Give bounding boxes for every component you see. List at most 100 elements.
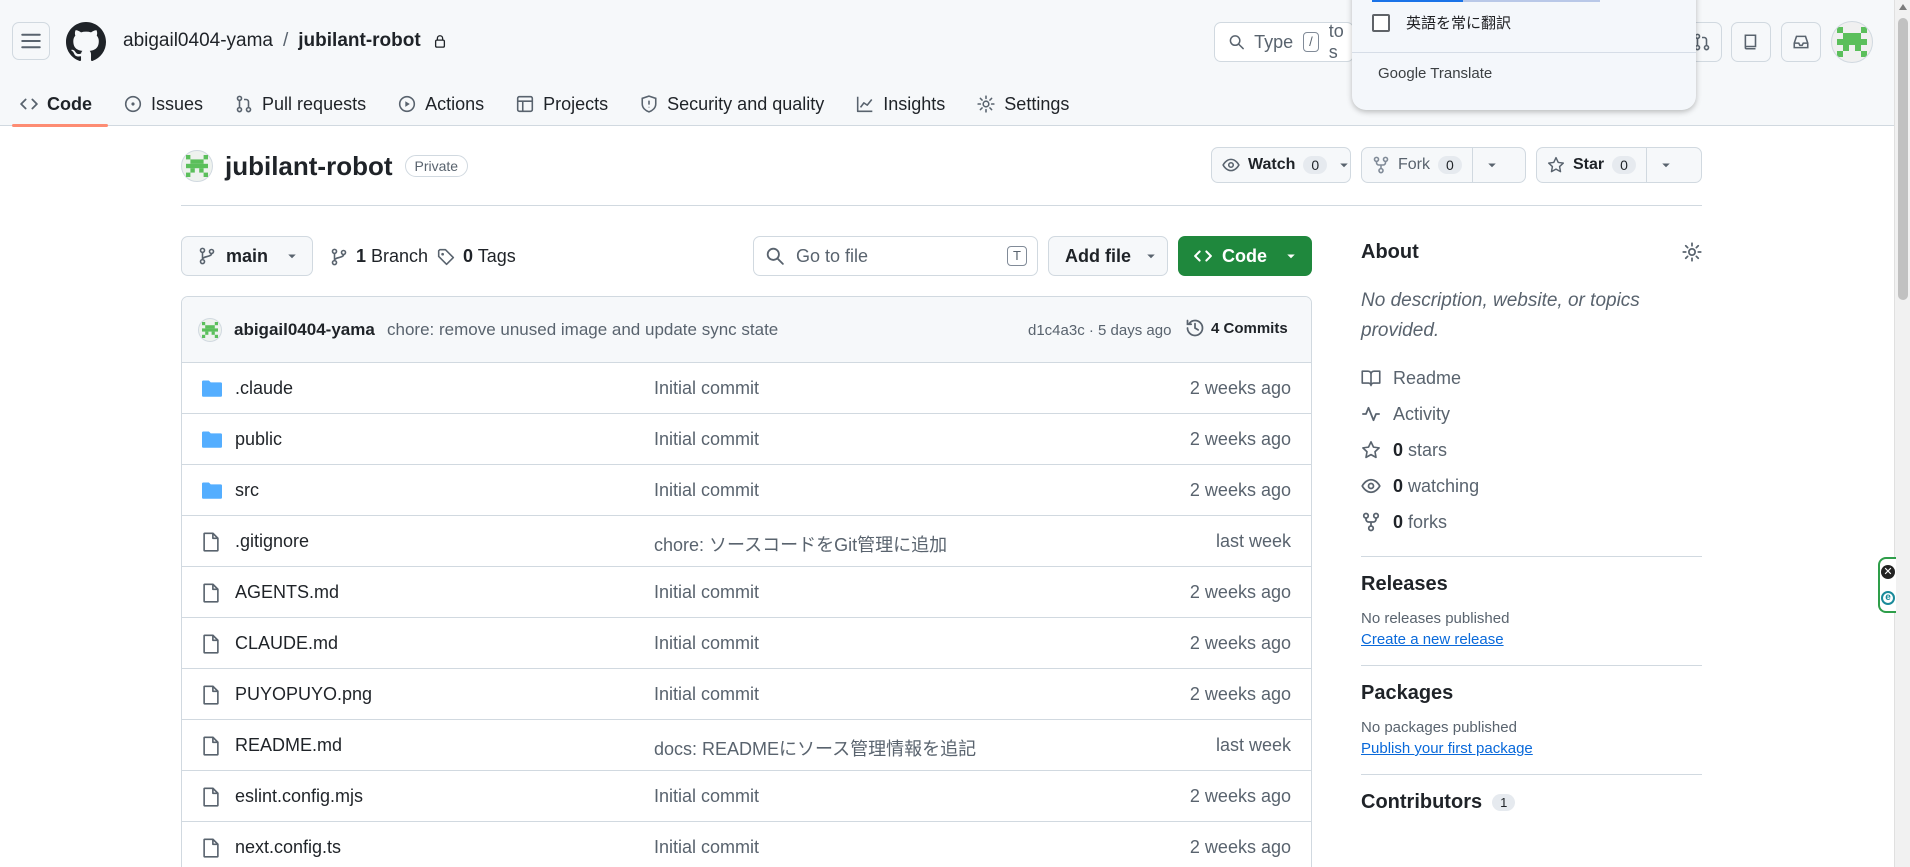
file-row[interactable]: CLAUDE.md Initial commit 2 weeks ago — [182, 618, 1311, 669]
gear-icon[interactable] — [1682, 242, 1702, 262]
latest-commit-bar: abigail0404-yama chore: remove unused im… — [182, 297, 1311, 363]
fork-button[interactable]: Fork 0 — [1362, 148, 1472, 182]
publish-package-link[interactable]: Publish your first package — [1361, 740, 1533, 757]
releases-title[interactable]: Releases — [1361, 573, 1702, 596]
file-name[interactable]: AGENTS.md — [235, 582, 339, 603]
tab-security[interactable]: Security and quality — [640, 82, 840, 126]
scrollbar-thumb[interactable] — [1898, 18, 1908, 300]
file-commit-message[interactable]: chore: ソースコードをGit管理に追加 — [654, 531, 947, 557]
stars-count: 0 — [1393, 439, 1404, 460]
fork-dropdown[interactable] — [1471, 148, 1512, 182]
watching-link[interactable]: 0 watching — [1361, 468, 1702, 504]
activity-link[interactable]: Activity — [1361, 396, 1702, 432]
repo-owner-avatar[interactable] — [181, 150, 213, 182]
tags-link[interactable]: 0 Tags — [437, 246, 516, 267]
stars-link[interactable]: 0 stars — [1361, 432, 1702, 468]
extension-e-icon[interactable]: e — [1881, 591, 1895, 605]
fork-icon — [1373, 156, 1389, 174]
tab-issues[interactable]: Issues — [124, 82, 219, 126]
file-name[interactable]: .claude — [235, 378, 293, 399]
file-commit-message[interactable]: Initial commit — [654, 378, 759, 399]
code-icon — [20, 98, 38, 110]
file-row[interactable]: src Initial commit 2 weeks ago — [182, 465, 1311, 516]
tab-pull-requests[interactable]: Pull requests — [235, 82, 382, 126]
close-icon[interactable]: ✕ — [1881, 565, 1895, 579]
inbox-button[interactable] — [1781, 22, 1821, 62]
file-icon-wrap — [202, 838, 222, 858]
tab-settings[interactable]: Settings — [977, 82, 1085, 126]
contributors-header[interactable]: Contributors 1 — [1361, 791, 1702, 814]
commit-author-avatar[interactable] — [198, 318, 222, 342]
scroll-up-arrow[interactable] — [1899, 4, 1907, 10]
commit-message[interactable]: chore: remove unused image and update sy… — [387, 320, 778, 340]
file-commit-message[interactable]: Initial commit — [654, 582, 759, 603]
always-translate-option[interactable]: 英語を常に翻訳 — [1372, 12, 1511, 33]
readme-link[interactable]: Readme — [1361, 360, 1702, 396]
forks-link[interactable]: 0 forks — [1361, 504, 1702, 540]
branches-link[interactable]: 1 Branch — [330, 246, 428, 267]
file-commit-message[interactable]: Initial commit — [654, 480, 759, 501]
file-row[interactable]: eslint.config.mjs Initial commit 2 weeks a… — [182, 771, 1311, 822]
star-icon — [1547, 156, 1565, 173]
create-release-link[interactable]: Create a new release — [1361, 631, 1504, 648]
file-name[interactable]: .gitignore — [235, 531, 309, 552]
file-name[interactable]: public — [235, 429, 282, 450]
file-list: abigail0404-yama chore: remove unused im… — [181, 296, 1312, 867]
file-row[interactable]: .claude Initial commit 2 weeks ago — [182, 363, 1311, 414]
tab-actions[interactable]: Actions — [398, 82, 500, 126]
file-commit-message[interactable]: Initial commit — [654, 429, 759, 450]
file-name[interactable]: CLAUDE.md — [235, 633, 338, 654]
file-icon-wrap — [202, 532, 222, 552]
search-icon — [766, 247, 784, 265]
file-row[interactable]: next.config.ts Initial commit 2 weeks ago — [182, 822, 1311, 867]
file-commit-age: last week — [1215, 735, 1291, 755]
code-button[interactable]: Code — [1178, 236, 1312, 276]
file-row[interactable]: public Initial commit 2 weeks ago — [182, 414, 1311, 465]
go-to-file-input[interactable]: Go to file T — [753, 236, 1038, 276]
file-row[interactable]: .gitignore chore: ソースコードをGit管理に追加 last wee… — [182, 516, 1311, 567]
packages-title[interactable]: Packages — [1361, 682, 1702, 705]
add-file-button[interactable]: Add file — [1048, 236, 1168, 276]
watch-button[interactable]: Watch 0 — [1212, 148, 1337, 182]
menu-button[interactable] — [12, 22, 50, 60]
commits-link[interactable]: 4 Commits — [1185, 318, 1288, 338]
fork-button-group: Fork 0 — [1361, 147, 1526, 183]
file-name[interactable]: eslint.config.mjs — [235, 786, 363, 807]
file-commit-message[interactable]: Initial commit — [654, 837, 759, 858]
file-row[interactable]: PUYOPUYO.png Initial commit 2 weeks ago — [182, 669, 1311, 720]
file-row[interactable]: AGENTS.md Initial commit 2 weeks ago — [182, 567, 1311, 618]
file-commit-age: 2 weeks ago — [1189, 837, 1291, 857]
commit-author[interactable]: abigail0404-yama — [234, 320, 375, 340]
tab-code[interactable]: Code — [12, 82, 108, 127]
watch-dropdown[interactable] — [1337, 148, 1350, 182]
chevron-down-icon — [1147, 254, 1155, 259]
file-name[interactable]: README.md — [235, 735, 342, 756]
global-search-input[interactable]: Type / to s — [1214, 22, 1354, 62]
file-commit-message[interactable]: Initial commit — [654, 786, 759, 807]
always-translate-checkbox[interactable] — [1372, 13, 1390, 32]
file-commit-message[interactable]: Initial commit — [654, 684, 759, 705]
forks-label: forks — [1408, 511, 1448, 532]
star-dropdown[interactable] — [1645, 148, 1686, 182]
page-scrollbar[interactable] — [1894, 0, 1910, 867]
star-button[interactable]: Star 0 — [1537, 148, 1646, 182]
breadcrumb-owner[interactable]: abigail0404-yama — [123, 30, 273, 52]
repositories-button[interactable] — [1731, 22, 1771, 62]
repo-title[interactable]: jubilant-robot — [225, 151, 393, 182]
file-name[interactable]: PUYOPUYO.png — [235, 684, 372, 705]
table-icon — [517, 95, 534, 113]
file-row[interactable]: README.md docs: READMEにソース管理情報を追記 last wee… — [182, 720, 1311, 771]
breadcrumb-repo[interactable]: jubilant-robot — [298, 30, 420, 52]
extension-widget: ✕ e — [1878, 557, 1896, 613]
branch-selector[interactable]: main — [181, 236, 313, 276]
file-commit-message[interactable]: Initial commit — [654, 633, 759, 654]
file-commit-message[interactable]: docs: READMEにソース管理情報を追記 — [654, 735, 976, 761]
file-name[interactable]: src — [235, 480, 259, 501]
tab-insights[interactable]: Insights — [856, 82, 961, 126]
commit-hash-time[interactable]: d1c4a3c · 5 days ago — [1028, 322, 1171, 339]
user-avatar[interactable] — [1831, 21, 1873, 63]
translate-progress-bar — [1372, 0, 1600, 2]
github-logo-icon[interactable] — [66, 22, 106, 62]
tab-projects[interactable]: Projects — [516, 82, 624, 126]
file-name[interactable]: next.config.ts — [235, 837, 341, 858]
